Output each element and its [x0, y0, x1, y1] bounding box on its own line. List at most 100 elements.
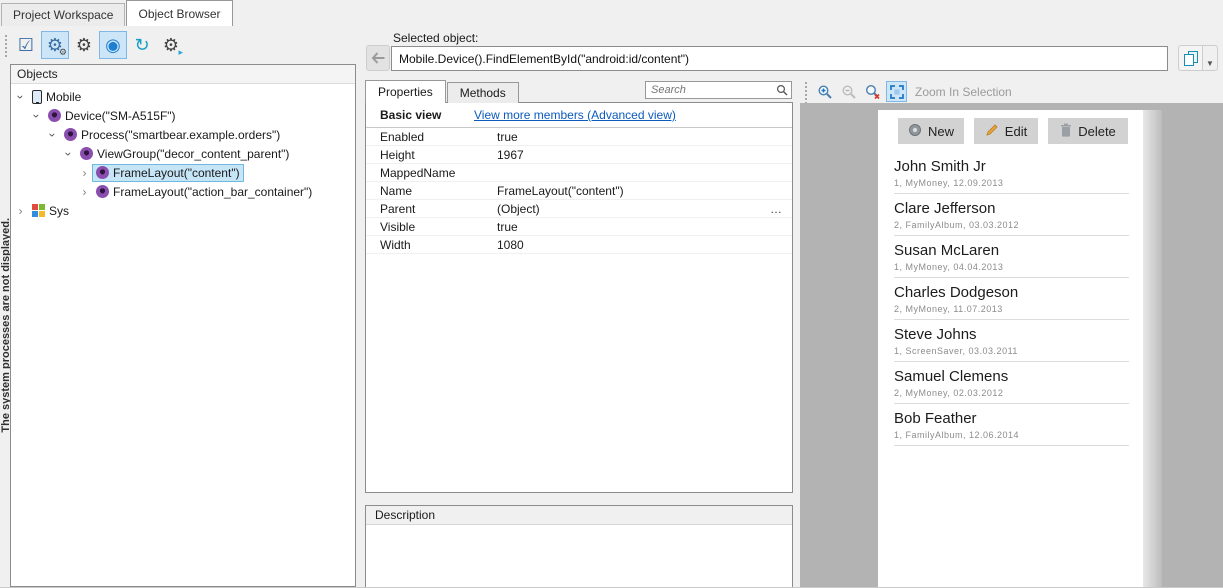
- delete-button[interactable]: Delete: [1048, 118, 1128, 144]
- contact-list-item[interactable]: Charles Dodgeson2, MyMoney, 11.07.2013: [894, 278, 1129, 320]
- zoom-in-button[interactable]: [814, 81, 835, 102]
- zoom-reset-button[interactable]: [862, 81, 883, 102]
- tree-item-target[interactable]: FrameLayout("action_bar_container"): [92, 183, 316, 201]
- property-value[interactable]: true: [497, 130, 792, 144]
- refresh-button[interactable]: ↻: [128, 31, 156, 59]
- tab-properties[interactable]: Properties: [365, 80, 446, 103]
- tree-item[interactable]: ›Device("SM-A515F"): [11, 106, 355, 125]
- highlight-object-button[interactable]: ◉: [99, 31, 127, 59]
- tree-item-target[interactable]: Device("SM-A515F"): [44, 107, 180, 125]
- selected-object-bar: Selected object: ▼: [360, 26, 1223, 80]
- selected-object-input[interactable]: [391, 46, 1168, 71]
- property-search-box[interactable]: [645, 81, 792, 99]
- copy-icon: [1183, 50, 1199, 66]
- expand-chevron-icon[interactable]: ›: [77, 167, 92, 179]
- expand-chevron-icon[interactable]: ›: [77, 186, 92, 198]
- copy-dropdown-button[interactable]: ▼: [1203, 45, 1218, 71]
- tree-item[interactable]: ›FrameLayout("content"): [11, 163, 355, 182]
- property-value[interactable]: 1967: [497, 148, 792, 162]
- collapse-chevron-icon[interactable]: ›: [31, 108, 43, 123]
- contact-name: Steve Johns: [894, 326, 1129, 343]
- collapse-chevron-icon[interactable]: ›: [47, 127, 59, 142]
- view-options-button[interactable]: ☑: [12, 31, 40, 59]
- node-icon: [96, 185, 109, 198]
- tree-item-target[interactable]: Sys: [28, 202, 73, 220]
- workspace-tabbar: Project Workspace Object Browser: [0, 0, 1223, 26]
- back-arrow-icon: [371, 52, 385, 64]
- property-value[interactable]: true: [497, 220, 792, 234]
- tab-methods[interactable]: Methods: [447, 82, 519, 103]
- filter-icon: ⚙: [163, 35, 179, 56]
- toolbar-grip-handle[interactable]: [3, 33, 8, 57]
- tree-item[interactable]: ›Process("smartbear.example.orders"): [11, 125, 355, 144]
- property-value[interactable]: (Object): [497, 202, 770, 216]
- contact-list: John Smith Jr1, MyMoney, 12.09.2013Clare…: [894, 152, 1129, 446]
- tree-item[interactable]: ›FrameLayout("action_bar_container"): [11, 182, 355, 201]
- delete-button-label: Delete: [1078, 124, 1116, 139]
- ellipsis-button[interactable]: …: [770, 205, 782, 213]
- zoom-fit-button[interactable]: [886, 81, 907, 102]
- zoom-fit-icon: [889, 84, 905, 100]
- search-icon: [776, 84, 788, 96]
- copy-button[interactable]: [1178, 45, 1203, 71]
- refresh-icon: ↻: [134, 35, 149, 56]
- zoom-out-icon: [841, 84, 857, 100]
- zoom-in-icon: [817, 84, 833, 100]
- properties-table: EnabledtrueHeight1967 MappedName NameFrame…: [366, 128, 792, 254]
- tree-item[interactable]: ›ViewGroup("decor_content_parent"): [11, 144, 355, 163]
- chevron-down-icon: ▼: [1206, 59, 1214, 68]
- contact-list-item[interactable]: Clare Jefferson2, FamilyAlbum, 03.03.201…: [894, 194, 1129, 236]
- tree-item-label: Mobile: [46, 90, 81, 104]
- expand-chevron-icon[interactable]: ›: [13, 205, 28, 217]
- objects-panel-title: Objects: [11, 65, 355, 84]
- property-row[interactable]: Width1080: [366, 236, 792, 254]
- property-name: MappedName: [366, 166, 497, 180]
- view-header: Basic view View more members (Advanced v…: [366, 103, 792, 128]
- tab-project-workspace[interactable]: Project Workspace: [1, 3, 125, 26]
- tree-item-target[interactable]: Mobile: [28, 88, 85, 106]
- objects-tree: ›Mobile›Device("SM-A515F")›Process("smar…: [11, 84, 355, 220]
- edit-button[interactable]: Edit: [974, 118, 1038, 144]
- property-row[interactable]: Parent(Object)…: [366, 200, 792, 218]
- property-row[interactable]: MappedName: [366, 164, 792, 182]
- zoom-out-button[interactable]: [838, 81, 859, 102]
- back-button[interactable]: [366, 45, 390, 71]
- tree-item-target[interactable]: Process("smartbear.example.orders"): [60, 126, 284, 144]
- contact-list-item[interactable]: Bob Feather1, FamilyAlbum, 12.06.2014: [894, 404, 1129, 446]
- filter-button[interactable]: ⚙▸: [157, 31, 185, 59]
- tab-object-browser[interactable]: Object Browser: [126, 0, 232, 26]
- description-header: Description: [366, 506, 792, 525]
- new-button-label: New: [928, 124, 954, 139]
- property-row[interactable]: Visibletrue: [366, 218, 792, 236]
- object-browser-toolbar: ☑⚙⚙⚙◉↻⚙▸: [0, 26, 360, 64]
- tree-item[interactable]: › Mobile: [11, 87, 355, 106]
- contact-list-item[interactable]: Steve Johns1, ScreenSaver, 03.03.2011: [894, 320, 1129, 362]
- properties-view: Basic view View more members (Advanced v…: [365, 102, 793, 493]
- collapse-chevron-icon[interactable]: ›: [63, 146, 75, 161]
- property-value[interactable]: FrameLayout("content"): [497, 184, 792, 198]
- contact-list-item[interactable]: John Smith Jr1, MyMoney, 12.09.2013: [894, 152, 1129, 194]
- contact-list-item[interactable]: Samuel Clemens2, MyMoney, 02.03.2012: [894, 362, 1129, 404]
- contact-name: Samuel Clemens: [894, 368, 1129, 385]
- property-name: Parent: [366, 202, 497, 216]
- contact-detail: 2, MyMoney, 11.07.2013: [894, 303, 1129, 315]
- collapse-chevron-icon[interactable]: ›: [15, 89, 27, 104]
- node-icon: [64, 128, 77, 141]
- property-row[interactable]: NameFrameLayout("content"): [366, 182, 792, 200]
- property-value[interactable]: 1080: [497, 238, 792, 252]
- settings-button[interactable]: ⚙: [70, 31, 98, 59]
- advanced-view-link[interactable]: View more members (Advanced view): [474, 108, 676, 122]
- contact-detail: 1, MyMoney, 12.09.2013: [894, 177, 1129, 189]
- new-button[interactable]: New: [898, 118, 964, 144]
- device-screen[interactable]: New Edit Delete John Smith Jr1, MyMoney, 1…: [878, 110, 1143, 588]
- tree-item-target[interactable]: ViewGroup("decor_content_parent"): [76, 145, 293, 163]
- search-input[interactable]: [646, 84, 776, 96]
- contact-list-item[interactable]: Susan McLaren1, MyMoney, 04.04.2013: [894, 236, 1129, 278]
- tree-item-target[interactable]: FrameLayout("content"): [92, 164, 244, 182]
- tree-item[interactable]: ›Sys: [11, 201, 355, 220]
- object-spy-button[interactable]: ⚙⚙: [41, 31, 69, 59]
- device-button-row: New Edit Delete: [878, 110, 1143, 144]
- property-row[interactable]: Enabledtrue: [366, 128, 792, 146]
- toolbar-grip-handle[interactable]: [803, 80, 808, 104]
- property-row[interactable]: Height1967: [366, 146, 792, 164]
